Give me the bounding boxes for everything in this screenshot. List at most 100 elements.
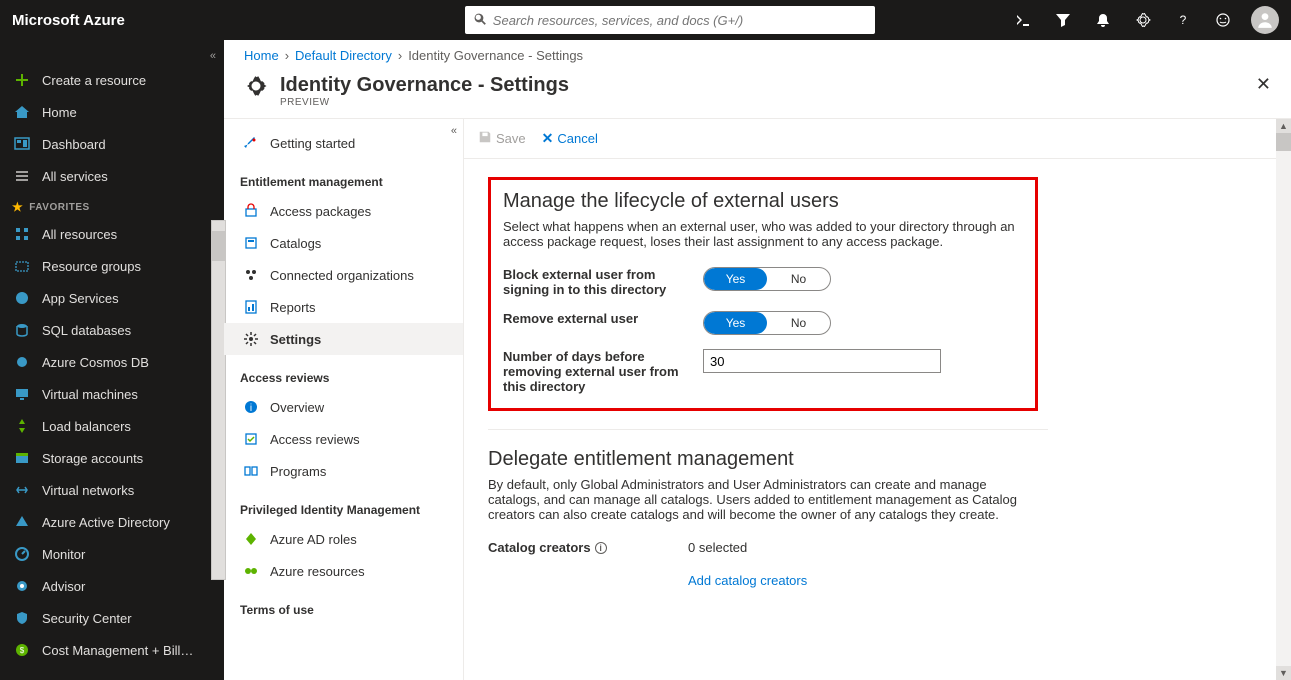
nav-virtual-machines[interactable]: Virtual machines xyxy=(0,378,224,410)
org-icon xyxy=(240,267,262,283)
nav-create-resource[interactable]: Create a resource xyxy=(0,64,224,96)
content-pane: Save ✕ Cancel Manage the lifecycle of ex… xyxy=(464,119,1291,680)
nav-all-resources[interactable]: All resources xyxy=(0,218,224,250)
nav-advisor[interactable]: Advisor xyxy=(0,570,224,602)
monitor-icon xyxy=(12,546,32,562)
cancel-button[interactable]: ✕ Cancel xyxy=(542,130,598,147)
cloud-shell-icon[interactable] xyxy=(1003,0,1043,40)
nav-programs[interactable]: Programs xyxy=(224,455,463,487)
advisor-icon xyxy=(12,578,32,594)
add-catalog-creators-link[interactable]: Add catalog creators xyxy=(688,573,1267,588)
package-icon xyxy=(240,203,262,219)
resourcegroup-icon xyxy=(12,258,32,274)
nav-group-pim: Privileged Identity Management xyxy=(224,487,463,523)
info-icon: i xyxy=(240,399,262,415)
nav-azure-ad-roles[interactable]: Azure AD roles xyxy=(224,523,463,555)
nav-cost-management[interactable]: $Cost Management + Bill… xyxy=(0,634,224,666)
nav-security-center[interactable]: Security Center xyxy=(0,602,224,634)
breadcrumb: Home › Default Directory › Identity Gove… xyxy=(224,40,1291,70)
nav-catalogs[interactable]: Catalogs xyxy=(224,227,463,259)
days-input[interactable] xyxy=(703,349,941,373)
vnet-icon xyxy=(12,482,32,498)
breadcrumb-current: Identity Governance - Settings xyxy=(408,48,583,63)
notifications-icon[interactable] xyxy=(1083,0,1123,40)
appservice-icon xyxy=(12,290,32,306)
rocket-icon xyxy=(240,135,262,151)
days-label: Number of days before removing external … xyxy=(503,349,703,394)
nav-connected-orgs[interactable]: Connected organizations xyxy=(224,259,463,291)
collapse-blade-nav-icon[interactable]: « xyxy=(451,125,457,137)
nav-dashboard[interactable]: Dashboard xyxy=(0,128,224,160)
chevron-right-icon: › xyxy=(285,48,289,63)
section-title-delegate: Delegate entitlement management xyxy=(488,448,1267,471)
catalog-creators-value: 0 selected xyxy=(688,540,747,555)
toggle-no[interactable]: No xyxy=(767,312,830,334)
block-user-label: Block external user from signing in to t… xyxy=(503,267,703,297)
section-desc-delegate: By default, only Global Administrators a… xyxy=(488,477,1018,522)
highlight-box: Manage the lifecycle of external users S… xyxy=(488,177,1038,411)
report-icon xyxy=(240,299,262,315)
nav-group-favorites: ★FAVORITES xyxy=(0,192,224,218)
svg-text:$: $ xyxy=(20,646,25,655)
nav-app-services[interactable]: App Services xyxy=(0,282,224,314)
nav-azure-resources[interactable]: Azure resources xyxy=(224,555,463,587)
nav-home[interactable]: Home xyxy=(0,96,224,128)
account-avatar[interactable] xyxy=(1251,6,1279,34)
page-title: Identity Governance - Settings xyxy=(280,74,569,97)
collapse-nav-icon[interactable]: « xyxy=(210,50,216,62)
breadcrumb-directory[interactable]: Default Directory xyxy=(295,48,392,63)
svg-text:i: i xyxy=(250,403,252,414)
top-bar: Microsoft Azure ? xyxy=(0,0,1291,40)
nav-reports[interactable]: Reports xyxy=(224,291,463,323)
blade-nav: « Getting started Entitlement management… xyxy=(224,119,464,680)
nav-load-balancers[interactable]: Load balancers xyxy=(0,410,224,442)
nav-ar-overview[interactable]: iOverview xyxy=(224,391,463,423)
sql-icon xyxy=(12,322,32,338)
diamond-icon xyxy=(240,531,262,547)
close-icon[interactable]: ✕ xyxy=(1256,74,1271,95)
toggle-yes[interactable]: Yes xyxy=(704,312,767,334)
nav-getting-started[interactable]: Getting started xyxy=(224,127,463,159)
toggle-yes[interactable]: Yes xyxy=(704,268,767,290)
aad-icon xyxy=(12,514,32,530)
cosmos-icon xyxy=(12,354,32,370)
review-icon xyxy=(240,431,262,447)
blade-header: Identity Governance - Settings PREVIEW ✕ xyxy=(224,70,1291,119)
grid-icon xyxy=(12,226,32,242)
content-scrollbar[interactable]: ▲ ▼ xyxy=(1276,119,1291,680)
info-icon[interactable]: i xyxy=(595,542,607,554)
nav-all-services[interactable]: All services xyxy=(0,160,224,192)
toggle-no[interactable]: No xyxy=(767,268,830,290)
breadcrumb-home[interactable]: Home xyxy=(244,48,279,63)
global-search[interactable] xyxy=(465,6,875,34)
nav-virtual-networks[interactable]: Virtual networks xyxy=(0,474,224,506)
save-button[interactable]: Save xyxy=(478,130,526,147)
list-icon xyxy=(12,168,32,184)
star-icon: ★ xyxy=(12,200,23,214)
close-icon: ✕ xyxy=(542,130,554,147)
nav-monitor[interactable]: Monitor xyxy=(0,538,224,570)
dashboard-icon xyxy=(12,136,32,152)
nav-storage-accounts[interactable]: Storage accounts xyxy=(0,442,224,474)
search-input[interactable] xyxy=(493,13,867,28)
nav-azure-ad[interactable]: Azure Active Directory xyxy=(0,506,224,538)
nav-settings[interactable]: Settings xyxy=(224,323,463,355)
search-icon xyxy=(473,12,493,29)
directory-filter-icon[interactable] xyxy=(1043,0,1083,40)
nav-access-reviews[interactable]: Access reviews xyxy=(224,423,463,455)
settings-icon[interactable] xyxy=(1123,0,1163,40)
gear-icon xyxy=(240,331,262,347)
remove-user-toggle[interactable]: Yes No xyxy=(703,311,831,335)
cost-icon: $ xyxy=(12,642,32,658)
help-icon[interactable]: ? xyxy=(1163,0,1203,40)
feedback-icon[interactable] xyxy=(1203,0,1243,40)
nav-resource-groups[interactable]: Resource groups xyxy=(0,250,224,282)
programs-icon xyxy=(240,463,262,479)
vm-icon xyxy=(12,386,32,402)
section-title-lifecycle: Manage the lifecycle of external users xyxy=(503,190,1023,213)
nav-cosmos-db[interactable]: Azure Cosmos DB xyxy=(0,346,224,378)
nav-group-tou: Terms of use xyxy=(224,587,463,623)
block-user-toggle[interactable]: Yes No xyxy=(703,267,831,291)
nav-sql-databases[interactable]: SQL databases xyxy=(0,314,224,346)
nav-access-packages[interactable]: Access packages xyxy=(224,195,463,227)
